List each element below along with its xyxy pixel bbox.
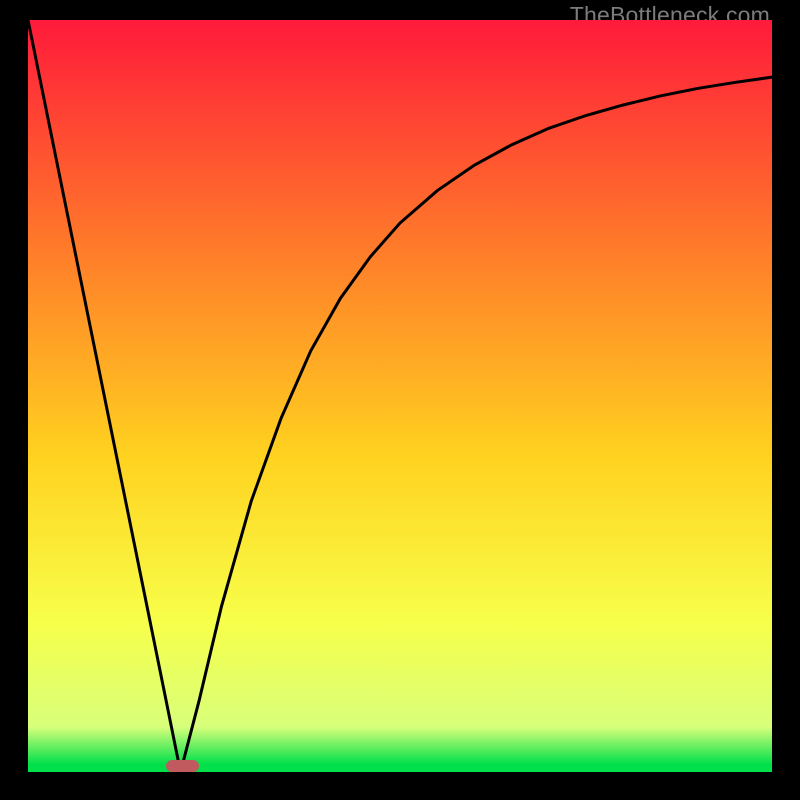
optimal-marker xyxy=(166,760,199,772)
bottleneck-chart xyxy=(28,20,772,772)
chart-frame xyxy=(28,20,772,772)
gradient-bg xyxy=(28,20,772,772)
